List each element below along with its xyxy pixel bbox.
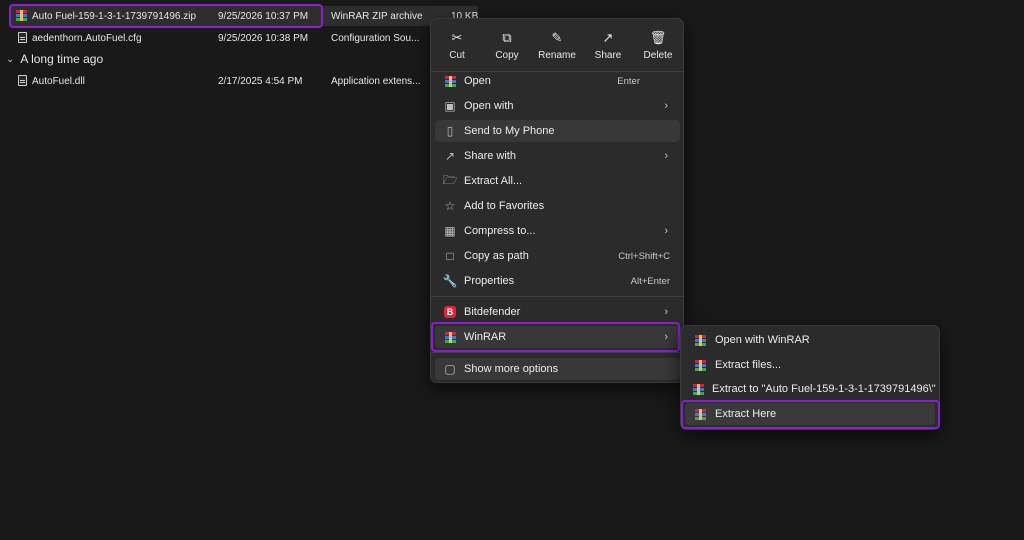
copy-icon: ⧉ — [502, 30, 512, 45]
file-type: WinRAR ZIP archive — [331, 10, 423, 22]
menu-item-send-to-phone[interactable]: ▯ Send to My Phone — [435, 120, 680, 142]
winrar-archive-icon — [443, 74, 457, 88]
chevron-right-icon: › — [664, 100, 668, 112]
menu-item-compress-to[interactable]: ▦ Compress to... › — [435, 220, 680, 242]
delete-button[interactable]: 🗑 Delete — [633, 27, 683, 67]
menu-item-add-favorites[interactable]: ☆ Add to Favorites — [435, 195, 680, 217]
menu-item-properties[interactable]: 🔧 Properties Alt+Enter — [435, 270, 680, 292]
submenu-item-open-with-winrar[interactable]: Open with WinRAR — [685, 329, 935, 351]
menu-item-open[interactable]: Open Enter — [435, 70, 680, 92]
divider — [431, 296, 683, 297]
menu-item-winrar[interactable]: WinRAR › — [435, 326, 680, 348]
chevron-right-icon: › — [664, 331, 668, 343]
winrar-submenu: Open with WinRAR Extract files... Extrac… — [680, 325, 940, 430]
share-icon: ↗ — [444, 149, 456, 163]
archive-icon: ▦ — [444, 224, 456, 238]
menu-item-extract-all[interactable]: 🗁 Extract All... — [435, 170, 680, 192]
share-button[interactable]: ↗ Share — [583, 27, 633, 67]
phone-icon: ▯ — [446, 124, 454, 138]
menu-item-copy-as-path[interactable]: □ Copy as path Ctrl+Shift+C — [435, 245, 680, 267]
group-header[interactable]: ⌄ A long time ago — [6, 52, 103, 66]
copy-button[interactable]: ⧉ Copy — [482, 27, 532, 67]
submenu-item-extract-here[interactable]: Extract Here — [685, 403, 935, 425]
file-name: AutoFuel.dll — [32, 75, 85, 87]
divider — [431, 352, 683, 353]
chevron-right-icon: › — [664, 225, 668, 237]
file-row-dll[interactable]: AutoFuel.dll 2/17/2025 4:54 PM Applicati… — [10, 71, 478, 91]
menu-item-bitdefender[interactable]: B Bitdefender › — [435, 301, 680, 323]
winrar-icon — [693, 359, 707, 371]
chevron-down-icon: ⌄ — [6, 53, 15, 65]
submenu-item-extract-to[interactable]: Extract to "Auto Fuel-159-1-3-1-17397914… — [685, 378, 936, 400]
file-row-zip[interactable]: Auto Fuel-159-1-3-1-1739791496.zip 9/25/… — [10, 6, 478, 26]
wrench-icon: 🔧 — [442, 274, 458, 288]
chevron-right-icon: › — [664, 306, 668, 318]
context-menu: ✂ Cut ⧉ Copy ✎ Rename ↗ Share 🗑 Delete O… — [430, 18, 684, 383]
winrar-archive-icon — [16, 10, 27, 24]
winrar-icon — [443, 330, 457, 344]
open-with-icon: ▣ — [444, 99, 456, 113]
winrar-icon — [693, 334, 707, 346]
file-date: 9/25/2026 10:37 PM — [218, 10, 309, 22]
rename-icon: ✎ — [551, 30, 563, 45]
winrar-icon — [693, 408, 707, 420]
menu-item-share-with[interactable]: ↗ Share with › — [435, 145, 680, 167]
file-type: Configuration Sou... — [331, 32, 420, 44]
file-date: 9/25/2026 10:38 PM — [218, 32, 309, 44]
trash-icon: 🗑 — [649, 30, 667, 45]
file-row-cfg[interactable]: aedenthorn.AutoFuel.cfg 9/25/2026 10:38 … — [10, 28, 478, 48]
file-type: Application extens... — [331, 75, 421, 87]
cut-button[interactable]: ✂ Cut — [432, 27, 482, 67]
share-icon: ↗ — [602, 30, 614, 45]
winrar-icon — [693, 383, 704, 395]
expand-icon: ▢ — [444, 362, 456, 376]
scissors-icon: ✂ — [451, 30, 463, 45]
config-file-icon — [18, 32, 27, 46]
dll-file-icon — [18, 75, 27, 89]
file-name: aedenthorn.AutoFuel.cfg — [32, 32, 142, 44]
file-date: 2/17/2025 4:54 PM — [218, 75, 303, 87]
star-icon: ☆ — [444, 199, 456, 213]
menu-item-show-more-options[interactable]: ▢ Show more options — [435, 358, 680, 380]
submenu-item-extract-files[interactable]: Extract files... — [685, 354, 935, 376]
group-label: A long time ago — [20, 52, 104, 66]
chevron-right-icon: › — [664, 150, 668, 162]
file-name: Auto Fuel-159-1-3-1-1739791496.zip — [32, 10, 196, 22]
path-icon: □ — [446, 249, 454, 263]
rename-button[interactable]: ✎ Rename — [532, 27, 582, 67]
menu-item-open-with[interactable]: ▣ Open with › — [435, 95, 680, 117]
extract-folder-icon: 🗁 — [442, 172, 458, 187]
bitdefender-icon: B — [443, 305, 457, 319]
